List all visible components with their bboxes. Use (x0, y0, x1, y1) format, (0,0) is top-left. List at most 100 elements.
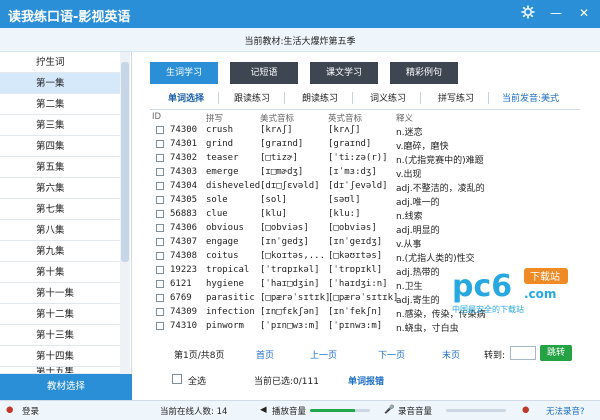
word-id: 74305 (170, 195, 198, 205)
word-spelling: crush (206, 125, 234, 135)
us-phonetic: [ɪnˈgedʒ] (260, 237, 309, 247)
title-bar: 读我练口语-影视英语 — ✕ (0, 0, 600, 28)
row-checkbox[interactable] (156, 210, 164, 218)
us-phonetic: [dɪ□ʃɛvəld] (260, 181, 320, 191)
row-checkbox[interactable] (156, 238, 164, 246)
table-row[interactable]: 74301 grind [graɪnd] [graɪnd] v.磨碎，磨快 (150, 137, 580, 152)
row-checkbox[interactable] (156, 224, 164, 232)
table-row[interactable]: 74302 teaser [□tizɚ] [ˈti:zə(r)] n.(尤指竞赛中的)难… (150, 151, 580, 166)
sidebar-item-episode-5[interactable]: 第五集 (0, 157, 120, 178)
subtab-divider (218, 92, 219, 104)
subtab-spelling-practice[interactable]: 拼写练习 (438, 91, 474, 104)
login-link[interactable]: 登录 (22, 405, 39, 417)
us-phonetic: [krʌʃ] (260, 125, 293, 135)
microphone-icon: 🎤 (384, 405, 395, 415)
uk-phonetic: [graɪnd] (328, 139, 372, 149)
gear-icon[interactable] (520, 5, 536, 21)
table-row[interactable]: 74300 crush [krʌʃ] [krʌʃ] n.迷恋 (150, 123, 580, 138)
uk-phonetic: [ˈti:zə(r)] (328, 153, 388, 163)
subtab-repeat-practice[interactable]: 跟读练习 (234, 91, 270, 104)
sidebar-item-episode-2[interactable]: 第二集 (0, 94, 120, 115)
row-checkbox[interactable] (156, 196, 164, 204)
sidebar-item-episode-4[interactable]: 第四集 (0, 136, 120, 157)
sidebar-item-episode-11[interactable]: 第十一集 (0, 283, 120, 304)
subtab-word-select[interactable]: 单词选择 (168, 91, 204, 104)
sidebar-item-episode-7[interactable]: 第七集 (0, 199, 120, 220)
sidebar-item-episode-8[interactable]: 第八集 (0, 220, 120, 241)
row-checkbox[interactable] (156, 182, 164, 190)
no-voice-icon: ● (522, 405, 530, 415)
first-page-link[interactable]: 首页 (256, 348, 274, 361)
sidebar-item-episode-13[interactable]: 第十三集 (0, 325, 120, 346)
sidebar-item-episode-3[interactable]: 第三集 (0, 115, 120, 136)
row-checkbox[interactable] (156, 322, 164, 330)
sidebar-item-episode-1[interactable]: 第一集 (0, 73, 120, 94)
close-button[interactable]: ✕ (576, 5, 592, 21)
scrollbar-thumb[interactable] (121, 62, 129, 262)
sidebar-item-episode-15[interactable]: 第十五集 (0, 367, 120, 374)
goto-page-input[interactable] (510, 346, 536, 360)
row-checkbox[interactable] (156, 140, 164, 148)
cannot-record-link[interactable]: 无法录音? (546, 405, 585, 417)
watermark-slogan: 中国最安全的下载站 (452, 304, 524, 314)
row-checkbox[interactable] (156, 252, 164, 260)
pronunciation-accent[interactable]: 当前发音:美式 (502, 91, 559, 104)
tab-text-study[interactable]: 课文学习 (310, 62, 378, 84)
table-row[interactable]: 56883 clue [klu] [klu:] n.线索 (150, 207, 580, 222)
row-checkbox[interactable] (156, 168, 164, 176)
table-row[interactable]: 74304 disheveled [dɪ□ʃɛvəld] [dɪˈʃevəld] adj… (150, 179, 580, 194)
uk-phonetic: [klu:] (328, 209, 361, 219)
tab-phrases[interactable]: 记短语 (230, 62, 298, 84)
subtab-divider (352, 92, 353, 104)
table-row[interactable]: 74305 sole [sol] [səʊl] adj.唯一的 (150, 193, 580, 208)
row-checkbox[interactable] (156, 126, 164, 134)
us-phonetic: [ˈtrɑpɪkəl] (260, 265, 320, 275)
row-checkbox[interactable] (156, 280, 164, 288)
sidebar-item-episode-6[interactable]: 第六集 (0, 178, 120, 199)
tab-vocabulary[interactable]: 生词学习 (150, 62, 218, 84)
header-id: ID (152, 112, 162, 122)
record-volume-slider[interactable] (446, 409, 506, 412)
us-phonetic: [ˈhaɪ□dʒin] (260, 279, 320, 289)
sidebar-item-episode-10[interactable]: 第十集 (0, 262, 120, 283)
row-checkbox[interactable] (156, 154, 164, 162)
word-spelling: tropical (206, 265, 250, 275)
record-volume-label: 录音音量 (398, 407, 433, 417)
goto-button[interactable]: 跳转 (540, 345, 572, 361)
minimize-button[interactable]: — (548, 5, 564, 21)
tab-example-sentences[interactable]: 精彩例句 (390, 62, 458, 84)
sidebar-scrollbar[interactable] (120, 52, 130, 374)
table-row[interactable]: 74306 obvious [□obviəs] [□obviəs] adj.明显的 (150, 221, 580, 236)
word-id: 74310 (170, 321, 198, 331)
sidebar-item-new-words[interactable]: 拧生词 (0, 52, 120, 73)
last-page-link[interactable]: 末页 (442, 348, 460, 361)
prev-page-link[interactable]: 上一页 (310, 348, 337, 361)
course-header: 当前教材:生活大爆炸第五季 (0, 28, 600, 52)
table-row[interactable]: 74310 pinworm [ˈpɪn□wɜ:m] [ˈpɪnwɜ:m] n.蛲虫，寸白… (150, 319, 580, 334)
sidebar-item-episode-12[interactable]: 第十二集 (0, 304, 120, 325)
word-id: 74309 (170, 307, 198, 317)
sidebar-item-episode-14[interactable]: 第十四集 (0, 346, 120, 367)
us-phonetic: [klu] (260, 209, 288, 219)
row-checkbox[interactable] (156, 308, 164, 316)
current-course: 当前教材:生活大爆炸第五季 (244, 37, 356, 47)
word-id: 6121 (170, 279, 192, 289)
subtab-reading-practice[interactable]: 朗读练习 (302, 91, 338, 104)
select-all-label[interactable]: 全选 (188, 374, 206, 387)
uk-phonetic: [dɪˈʃevəld] (328, 181, 388, 191)
course-select-button[interactable]: 教材选择 (0, 374, 132, 400)
next-page-link[interactable]: 下一页 (378, 348, 405, 361)
play-volume-slider[interactable] (310, 409, 370, 412)
table-row[interactable]: 74303 emerge [ɪ□mɚdʒ] [ɪˈmɜ:dʒ] v.出现 (150, 165, 580, 180)
sidebar-item-episode-9[interactable]: 第九集 (0, 241, 120, 262)
subtab-meaning-practice[interactable]: 词义练习 (370, 91, 406, 104)
report-word-error-link[interactable]: 单词报错 (348, 374, 384, 387)
row-checkbox[interactable] (156, 294, 164, 302)
word-id: 74307 (170, 237, 198, 247)
select-all-checkbox[interactable] (172, 374, 182, 384)
row-checkbox[interactable] (156, 266, 164, 274)
word-id: 6769 (170, 293, 192, 303)
word-id: 74300 (170, 125, 198, 135)
word-id: 74308 (170, 251, 198, 261)
table-row[interactable]: 74307 engage [ɪnˈgedʒ] [ɪnˈgeɪdʒ] v.从事 (150, 235, 580, 250)
